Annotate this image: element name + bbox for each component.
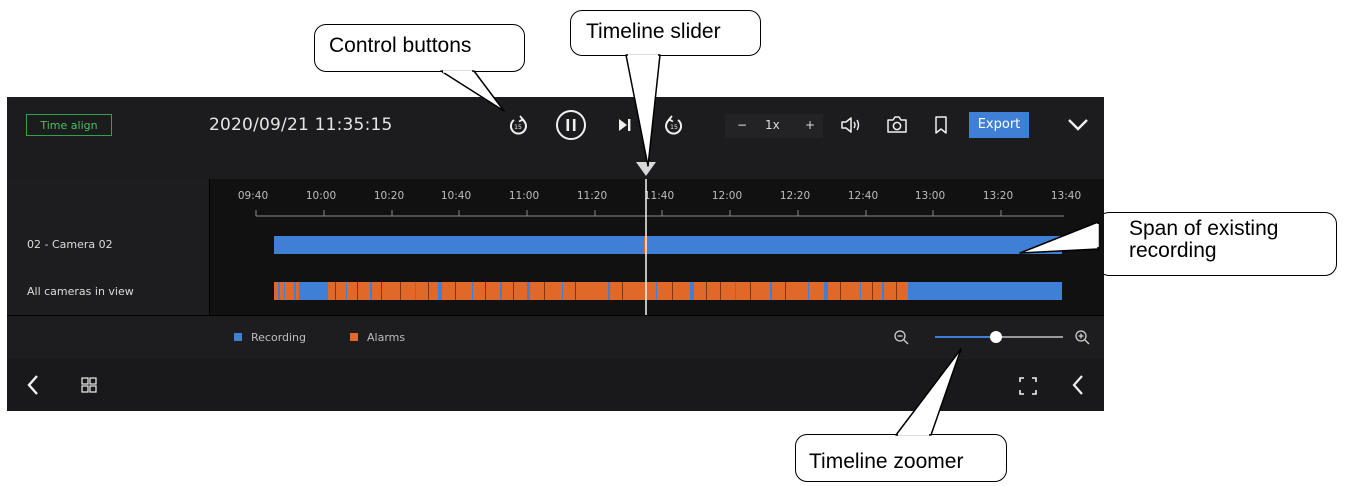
legend-alarms-swatch [350, 333, 358, 341]
volume-icon[interactable] [840, 115, 862, 139]
legend-alarms-label: Alarms [367, 331, 406, 344]
zoom-out-icon[interactable] [893, 329, 909, 349]
callout-timeline-slider: Timeline slider [570, 10, 761, 56]
timeline-tracks [255, 179, 1064, 315]
chevron-left-icon[interactable] [25, 373, 41, 401]
timeline-area[interactable]: 09:40 10:00 10:20 10:40 11:00 11:20 11:4… [210, 179, 1104, 315]
svg-text:15: 15 [670, 124, 678, 131]
step-forward-icon[interactable] [616, 116, 634, 138]
timeline-zoom-slider[interactable] [935, 328, 1063, 346]
callout-control-buttons-text: Control buttons [329, 34, 472, 57]
rewind-15s-icon[interactable]: 15 [507, 114, 529, 140]
speed-value: 1x [765, 118, 780, 132]
grid-view-icon[interactable] [81, 377, 97, 397]
playback-speed-control: − 1x + [725, 114, 823, 138]
callout-span-recording: Span of existing recording [1097, 212, 1337, 276]
playback-toolbar: Time align 2020/09/21 11:35:15 15 15 − 1… [7, 97, 1104, 179]
zoom-slider-filled-track [935, 336, 996, 338]
zoom-slider-thumb[interactable] [990, 331, 1002, 343]
timeline-slider-handle[interactable] [634, 160, 658, 178]
callout-timeline-zoomer: Timeline zoomer [795, 434, 1007, 482]
camera-label-all-cameras: All cameras in view [27, 285, 134, 298]
camera-snapshot-icon[interactable] [885, 115, 909, 139]
callout-control-buttons: Control buttons [314, 24, 525, 72]
fullscreen-icon[interactable] [1019, 377, 1037, 399]
legend-alarms: Alarms [350, 331, 405, 344]
time-align-button[interactable]: Time align [26, 114, 112, 136]
callout-timeline-slider-text: Timeline slider [586, 20, 721, 43]
timeline-legend-row: Recording Alarms [7, 315, 1104, 359]
camera-labels-column: 02 - Camera 02 All cameras in view [7, 179, 210, 315]
collapse-panel-icon[interactable] [1070, 373, 1086, 401]
bottom-bar [7, 359, 1104, 411]
callout-timeline-zoomer-text: Timeline zoomer [809, 450, 964, 473]
pause-icon[interactable] [555, 109, 587, 145]
legend-recording: Recording [234, 331, 306, 344]
playback-datetime: 2020/09/21 11:35:15 [209, 115, 393, 135]
forward-15s-icon[interactable]: 15 [663, 114, 685, 140]
speed-increase-button[interactable]: + [805, 118, 815, 132]
zoom-in-icon[interactable] [1074, 329, 1090, 349]
svg-text:15: 15 [514, 124, 522, 131]
camera-label-camera-02: 02 - Camera 02 [27, 238, 113, 251]
legend-recording-swatch [234, 333, 242, 341]
export-button[interactable]: Export [969, 112, 1029, 138]
chevron-down-icon[interactable] [1066, 117, 1090, 137]
playback-panel: Time align 2020/09/21 11:35:15 15 15 − 1… [7, 97, 1104, 411]
speed-decrease-button[interactable]: − [737, 118, 747, 132]
zoom-slider-track [996, 336, 1063, 338]
recording-span-camera-02 [274, 236, 1062, 254]
bookmark-icon[interactable] [933, 115, 949, 139]
legend-recording-label: Recording [251, 331, 307, 344]
callout-span-recording-text: Span of existing recording [1129, 217, 1279, 262]
alarm-stripes [274, 282, 908, 300]
